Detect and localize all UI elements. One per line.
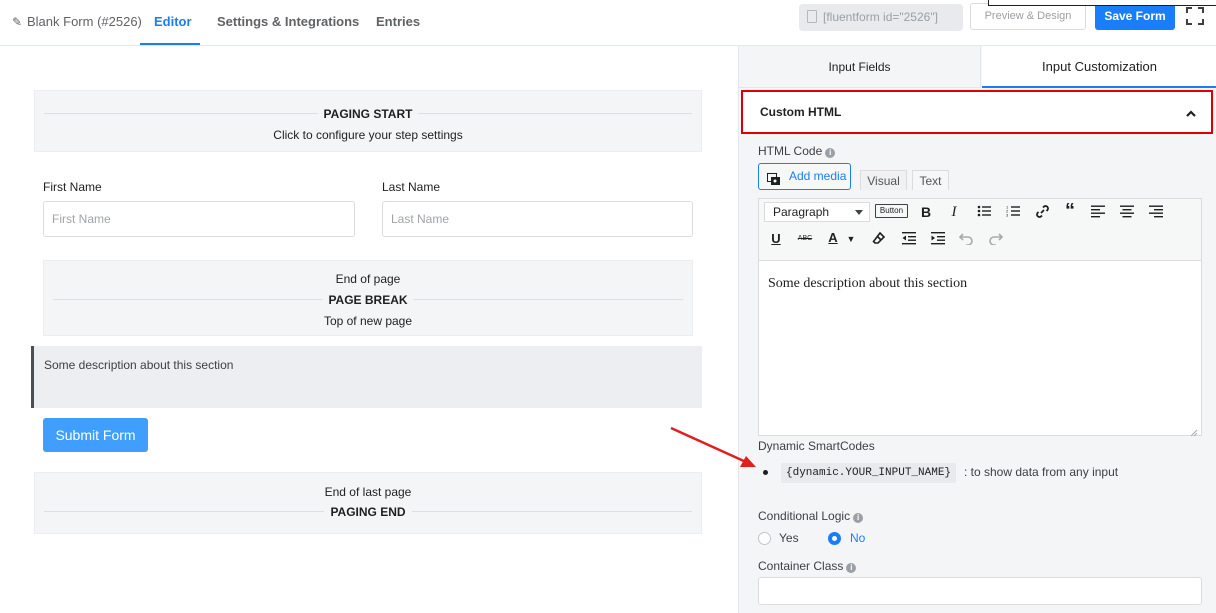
insert-button-control[interactable]: Button bbox=[875, 204, 908, 218]
info-icon[interactable]: i bbox=[853, 513, 864, 523]
custom-html-text: Some description about this section bbox=[44, 358, 234, 372]
page-break-title: PAGE BREAK bbox=[322, 293, 414, 307]
settings-sidebar: Input Fields Input Customization Custom … bbox=[738, 46, 1216, 613]
shortcode-copy[interactable]: [fluentform id="2526"] bbox=[799, 4, 963, 31]
page-break-block[interactable]: End of page PAGE BREAK Top of new page bbox=[43, 260, 693, 336]
editor-content-text: Some description about this section bbox=[768, 276, 968, 291]
paging-start-title-wrap: PAGING START bbox=[35, 107, 701, 121]
indent-icon[interactable] bbox=[929, 230, 947, 248]
resize-handle-icon[interactable] bbox=[1190, 424, 1198, 437]
container-class-label: Container Class i bbox=[758, 559, 857, 573]
save-form-button[interactable]: Save Form bbox=[1095, 3, 1175, 30]
paging-end-block[interactable]: End of last page PAGING END bbox=[34, 472, 702, 534]
tab-input-fields[interactable]: Input Fields bbox=[739, 46, 981, 88]
fullscreen-icon[interactable] bbox=[1185, 6, 1205, 26]
info-icon[interactable]: i bbox=[825, 148, 836, 158]
copy-icon bbox=[807, 10, 817, 23]
section-title: Custom HTML bbox=[760, 105, 842, 119]
tab-settings-integrations[interactable]: Settings & Integrations bbox=[217, 14, 359, 29]
chevron-down-icon[interactable]: ▼ bbox=[842, 230, 860, 248]
align-center-icon[interactable] bbox=[1118, 203, 1136, 221]
editor-toolbar-row-1: Paragraph Button B I 123 “ bbox=[759, 199, 1201, 225]
tab-editor[interactable]: Editor bbox=[154, 14, 192, 29]
tab-visual[interactable]: Visual bbox=[860, 170, 907, 190]
overlay-frame bbox=[988, 0, 1216, 6]
editor-toolbar-row-2: U ABC A ▼ bbox=[759, 227, 1201, 253]
smartcode-description: : to show data from any input bbox=[964, 465, 1119, 479]
first-name-label: First Name bbox=[43, 180, 102, 194]
svg-text:3: 3 bbox=[1006, 213, 1009, 218]
custom-html-section-header[interactable]: Custom HTML bbox=[741, 90, 1213, 134]
shortcode-text: [fluentform id="2526"] bbox=[823, 10, 938, 24]
format-select-value: Paragraph bbox=[773, 205, 830, 219]
radio-no[interactable] bbox=[828, 532, 841, 545]
outdent-icon[interactable] bbox=[900, 230, 918, 248]
annotation-arrow-icon bbox=[670, 426, 756, 467]
form-title[interactable]: ✎ Blank Form (#2526) bbox=[12, 14, 142, 29]
conditional-logic-label: Conditional Logic i bbox=[758, 509, 864, 523]
submit-form-button[interactable]: Submit Form bbox=[43, 418, 148, 452]
media-icon bbox=[767, 170, 781, 185]
align-right-icon[interactable] bbox=[1147, 203, 1165, 221]
container-class-input[interactable] bbox=[758, 577, 1202, 605]
preview-design-button[interactable]: Preview & Design bbox=[970, 3, 1086, 30]
form-title-text: Blank Form (#2526) bbox=[27, 14, 142, 29]
wysiwyg-editor: Paragraph Button B I 123 “ U ABC A ▼ Som… bbox=[758, 198, 1202, 437]
tab-text[interactable]: Text bbox=[912, 170, 949, 190]
chevron-down-icon bbox=[855, 210, 863, 215]
first-name-input[interactable]: First Name bbox=[43, 201, 355, 237]
custom-html-element[interactable]: Some description about this section bbox=[31, 346, 702, 408]
bullet-list-icon[interactable] bbox=[975, 203, 993, 221]
form-editor-canvas: PAGING START Click to configure your ste… bbox=[0, 46, 738, 613]
paging-end-title: PAGING END bbox=[324, 505, 412, 519]
page-break-top-text: End of page bbox=[335, 272, 401, 286]
underline-icon[interactable]: U bbox=[767, 230, 785, 248]
last-name-input[interactable]: Last Name bbox=[382, 201, 693, 237]
html-code-label-text: HTML Code bbox=[758, 144, 823, 158]
active-tab-indicator bbox=[140, 43, 200, 45]
blockquote-icon[interactable]: “ bbox=[1061, 201, 1079, 221]
italic-icon[interactable]: I bbox=[945, 203, 963, 221]
page-break-bottom-text: Top of new page bbox=[323, 314, 413, 328]
bold-icon[interactable]: B bbox=[917, 203, 935, 221]
chevron-up-icon[interactable] bbox=[1185, 107, 1197, 119]
text-color-icon[interactable]: A bbox=[824, 229, 842, 247]
radio-yes[interactable] bbox=[758, 532, 771, 545]
tab-input-customization[interactable]: Input Customization bbox=[982, 46, 1216, 88]
paging-start-title: PAGING START bbox=[317, 107, 419, 121]
pencil-icon: ✎ bbox=[12, 15, 23, 29]
add-media-label: Add media bbox=[789, 169, 847, 183]
radio-no-label[interactable]: No bbox=[850, 531, 865, 545]
paging-start-block[interactable]: PAGING START Click to configure your ste… bbox=[34, 90, 702, 152]
radio-yes-label[interactable]: Yes bbox=[779, 531, 799, 545]
redo-icon[interactable] bbox=[986, 230, 1004, 248]
editor-content-area[interactable]: Some description about this section bbox=[759, 260, 1201, 437]
add-media-button[interactable]: Add media bbox=[758, 163, 851, 190]
undo-icon[interactable] bbox=[957, 230, 975, 248]
eraser-icon[interactable] bbox=[870, 230, 888, 248]
numbered-list-icon[interactable]: 123 bbox=[1004, 203, 1022, 221]
paging-start-subtitle: Click to configure your step settings bbox=[273, 128, 463, 142]
conditional-logic-label-text: Conditional Logic bbox=[758, 509, 851, 523]
paging-end-title-wrap: PAGING END bbox=[35, 505, 701, 519]
align-left-icon[interactable] bbox=[1089, 203, 1107, 221]
last-name-label: Last Name bbox=[382, 180, 441, 194]
strikethrough-icon[interactable]: ABC bbox=[796, 230, 814, 248]
format-select[interactable]: Paragraph bbox=[764, 202, 870, 222]
html-code-label: HTML Code i bbox=[758, 144, 836, 158]
page-break-title-wrap: PAGE BREAK bbox=[44, 293, 692, 307]
info-icon[interactable]: i bbox=[846, 563, 857, 573]
paging-end-top-text: End of last page bbox=[324, 485, 412, 499]
top-bar: ✎ Blank Form (#2526) Editor Settings & In… bbox=[0, 0, 1216, 46]
smartcodes-label: Dynamic SmartCodes bbox=[758, 439, 875, 453]
tab-entries[interactable]: Entries bbox=[376, 14, 420, 29]
link-icon[interactable] bbox=[1033, 203, 1051, 221]
smartcode-snippet[interactable]: {dynamic.YOUR_INPUT_NAME} bbox=[781, 463, 957, 483]
container-class-label-text: Container Class bbox=[758, 559, 844, 573]
